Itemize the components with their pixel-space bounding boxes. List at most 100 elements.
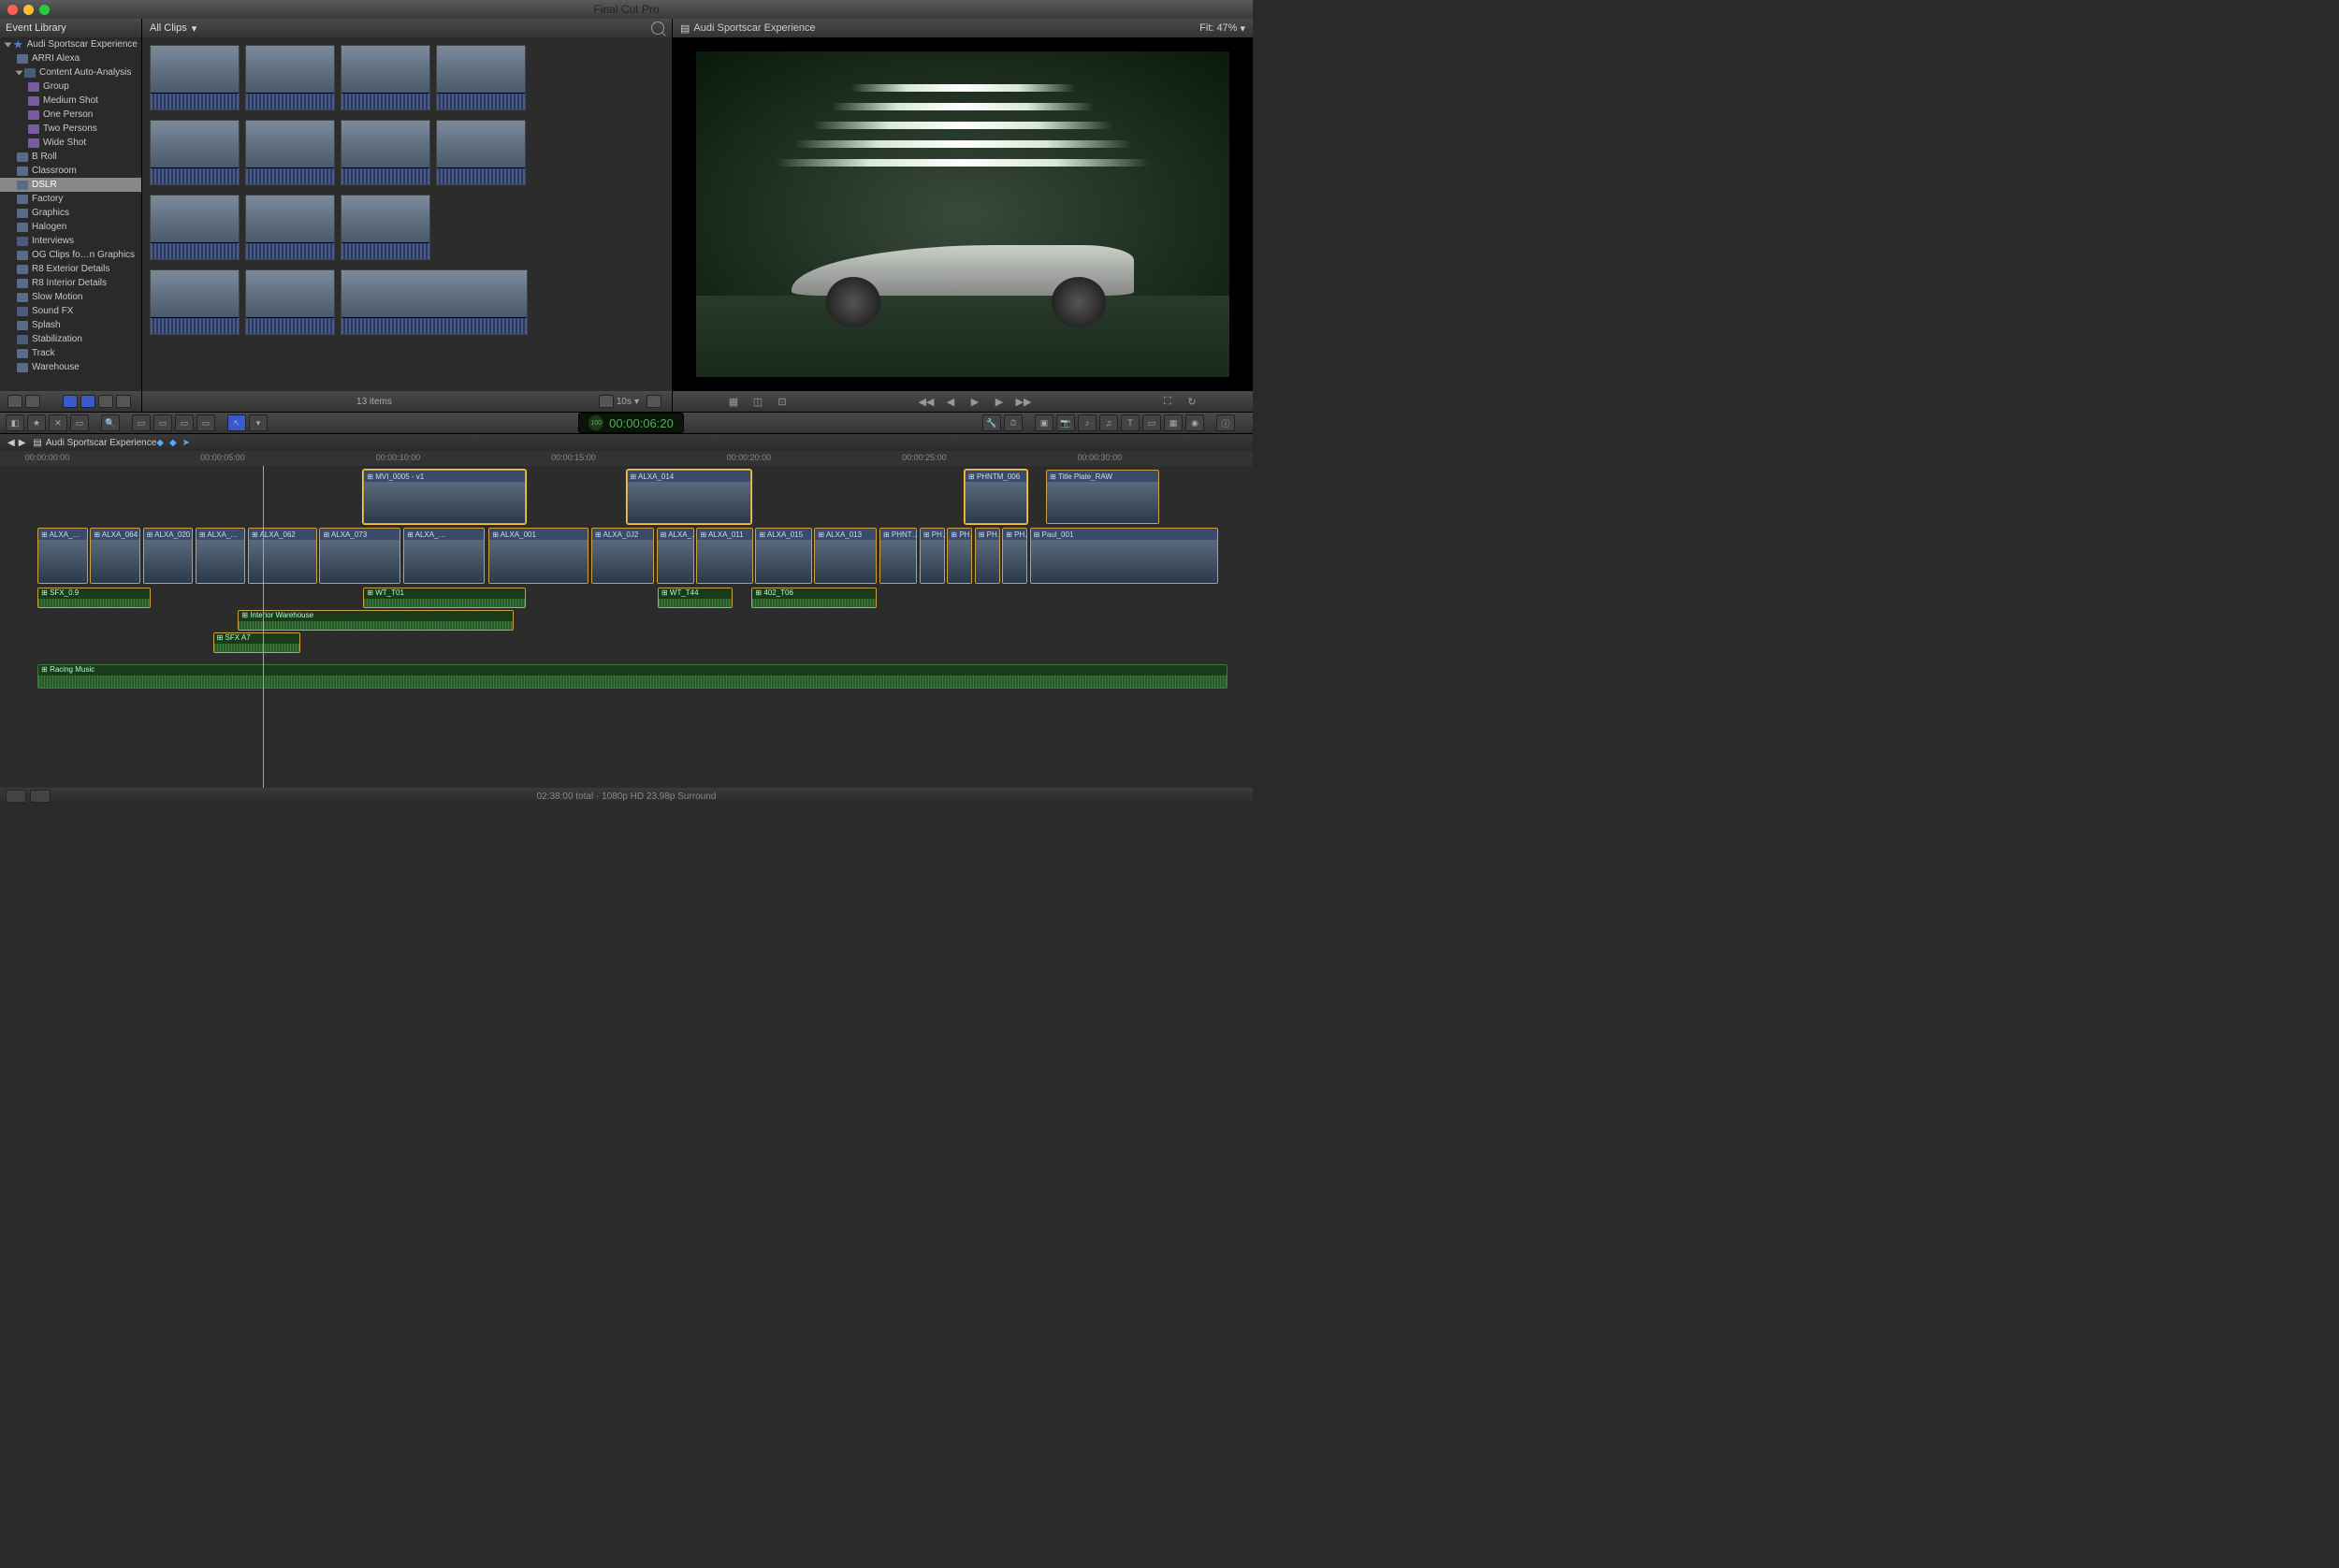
video-clip[interactable]: ⊞ PH… (920, 528, 945, 584)
library-item[interactable]: Track (0, 346, 141, 360)
connect-clip-icon[interactable]: ▭ (132, 414, 151, 431)
insert-clip-icon[interactable]: ▭ (153, 414, 172, 431)
audio-clip[interactable]: ⊞ WT_T01 (363, 588, 526, 608)
viewer-btn-1[interactable]: ▦ (725, 394, 742, 409)
video-clip[interactable]: ⊞ ALXA_… (657, 528, 694, 584)
video-clip[interactable]: ⊞ ALXA_… (403, 528, 485, 584)
browser-clip[interactable] (150, 45, 240, 110)
zoom-icon[interactable]: 🔍 (101, 414, 120, 431)
tool-menu-icon[interactable]: ▾ (249, 414, 268, 431)
library-item[interactable]: Medium Shot (0, 94, 141, 108)
library-item[interactable]: Stabilization (0, 332, 141, 346)
keyword-icon[interactable]: ▭ (70, 414, 89, 431)
browser-clip[interactable] (341, 195, 430, 260)
go-start-icon[interactable]: ◀◀ (918, 394, 935, 409)
viewer-btn-3[interactable]: ⊡ (774, 394, 791, 409)
video-clip[interactable]: ⊞ PH… (947, 528, 972, 584)
chevron-down-icon[interactable]: ▾ (192, 22, 197, 35)
video-clip[interactable]: ⊞ ALXA_013 (814, 528, 877, 584)
video-clip[interactable]: ⊞ ALXA_064 (90, 528, 140, 584)
viewer-btn-2[interactable]: ◫ (749, 394, 766, 409)
step-fwd-icon[interactable]: ▶ (991, 394, 1008, 409)
browser-clip[interactable] (245, 45, 335, 110)
audio-clip[interactable]: ⊞ SFX A7 (213, 632, 301, 653)
lib-btn-gear[interactable] (25, 395, 40, 408)
library-item[interactable]: Classroom (0, 164, 141, 178)
fullscreen-icon[interactable]: ⛶ (1159, 394, 1176, 409)
camera-icon[interactable]: 📷 (1056, 414, 1075, 431)
library-item[interactable]: ARRI Alexa (0, 51, 141, 65)
timeline-btn-2[interactable]: ◆ (169, 438, 177, 448)
audio-clip[interactable]: ⊞ Interior Warehouse (238, 610, 514, 631)
browser-clip[interactable] (150, 120, 240, 185)
library-item[interactable]: Factory (0, 192, 141, 206)
browser-view-toggle[interactable] (646, 395, 661, 408)
playhead[interactable] (263, 466, 264, 788)
viewer-canvas[interactable] (673, 37, 1253, 391)
library-item[interactable]: R8 Interior Details (0, 276, 141, 290)
video-clip[interactable]: ⊞ ALXA_011 (696, 528, 752, 584)
browser-clip[interactable] (341, 269, 528, 335)
video-clip[interactable]: ⊞ ALXA_062 (248, 528, 317, 584)
history-back-icon[interactable]: ◀ (7, 438, 15, 448)
video-clip[interactable]: ⊞ ALXA_… (37, 528, 88, 584)
video-clip[interactable]: ⊞ PH… (1002, 528, 1027, 584)
themes-icon[interactable]: ◉ (1185, 414, 1204, 431)
status-btn-1[interactable] (6, 790, 26, 803)
browser-clip[interactable] (436, 45, 526, 110)
browser-clip[interactable] (245, 120, 335, 185)
history-fwd-icon[interactable]: ▶ (19, 438, 26, 448)
video-clip[interactable]: ⊞ PHNT… (879, 528, 917, 584)
lib-btn-view-1[interactable] (63, 395, 78, 408)
library-item[interactable]: Two Persons (0, 122, 141, 136)
video-clip[interactable]: ⊞ ALXA_0J2 (591, 528, 654, 584)
video-clip[interactable]: ⊞ ALXA_001 (488, 528, 588, 584)
music-icon[interactable]: ♪ (1078, 414, 1097, 431)
browser-clip[interactable] (245, 269, 335, 335)
timecode-display[interactable]: 100 00:00:06:20 (578, 413, 684, 433)
video-clip[interactable]: ⊞ PH… (975, 528, 1000, 584)
overwrite-clip-icon[interactable]: ▭ (196, 414, 215, 431)
play-icon[interactable]: ▶ (966, 394, 983, 409)
lib-btn-filmstrip[interactable] (7, 395, 22, 408)
transitions-icon[interactable]: ▭ (1142, 414, 1161, 431)
browser-clip[interactable] (150, 195, 240, 260)
library-tree[interactable]: Audi Sportscar ExperienceARRI AlexaConte… (0, 37, 141, 391)
library-item[interactable]: Interviews (0, 234, 141, 248)
library-item[interactable]: Audi Sportscar Experience (0, 37, 141, 51)
browser-clip[interactable] (341, 45, 430, 110)
import-icon[interactable]: ▣ (1035, 414, 1053, 431)
loop-icon[interactable]: ↻ (1184, 394, 1200, 409)
timeline-tracks[interactable]: ⊞ MVI_0005 - v1⊞ ALXA_014⊞ PHNTM_006⊞ Ti… (0, 466, 1253, 788)
dashboard-icon[interactable]: ◧ (6, 414, 24, 431)
favorite-icon[interactable]: ★ (27, 414, 46, 431)
viewer-fit-value[interactable]: 47% (1216, 22, 1237, 34)
timeline-btn-1[interactable]: ◆ (156, 438, 164, 448)
audio-clip[interactable]: ⊞ WT_T44 (658, 588, 733, 608)
library-item[interactable]: Splash (0, 318, 141, 332)
library-item[interactable]: Warehouse (0, 360, 141, 374)
inspector-icon[interactable]: ⓘ (1216, 414, 1235, 431)
video-clip[interactable]: ⊞ ALXA_015 (755, 528, 811, 584)
append-clip-icon[interactable]: ▭ (175, 414, 194, 431)
chevron-down-icon[interactable]: ▾ (634, 397, 639, 407)
arrow-tool-icon[interactable]: ↖ (227, 414, 246, 431)
music2-icon[interactable]: ♫ (1099, 414, 1118, 431)
browser-clip[interactable] (341, 120, 430, 185)
lib-btn-view-4[interactable] (116, 395, 131, 408)
timeline-ruler[interactable]: 00:00:00:0000:00:05:0000:00:10:0000:00:1… (0, 451, 1253, 466)
library-item[interactable]: OG Clips fo…n Graphics (0, 248, 141, 262)
retime-icon[interactable]: ⏱ (1004, 414, 1023, 431)
tools-wrench-icon[interactable]: 🔧 (982, 414, 1001, 431)
browser-clip[interactable] (150, 269, 240, 335)
browser-clip[interactable] (245, 195, 335, 260)
library-item[interactable]: Halogen (0, 220, 141, 234)
clip-grid[interactable] (142, 37, 672, 391)
status-btn-2[interactable] (30, 790, 51, 803)
chevron-down-icon[interactable]: ▾ (1240, 22, 1245, 35)
audio-clip[interactable]: ⊞ Racing Music (37, 664, 1228, 689)
lib-btn-view-3[interactable] (98, 395, 113, 408)
video-clip[interactable]: ⊞ ALXA_… (196, 528, 246, 584)
video-clip[interactable]: ⊞ ALXA_014 (627, 470, 752, 524)
library-item[interactable]: Slow Motion (0, 290, 141, 304)
